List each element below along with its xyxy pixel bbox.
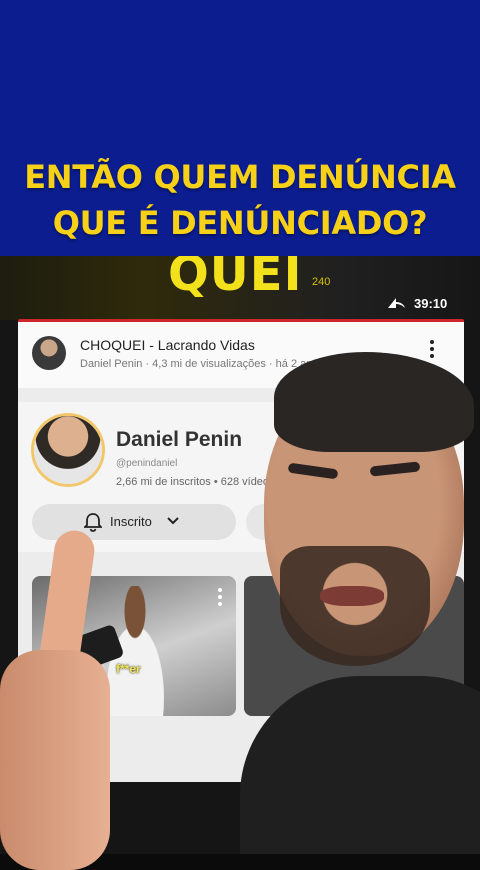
chevron-down-icon [167,517,179,525]
video-duration: 39:10 [414,296,448,311]
presenter-shirt [240,676,480,854]
short-caption: f**er [116,662,141,676]
bell-icon [84,513,102,532]
presenter-mouth [320,586,384,606]
video-caption: ENTÃO QUEM DENÚNCIA QUE É DENÚNCIADO? [0,154,480,246]
share-icon[interactable] [386,294,406,310]
subscribed-label: Inscrito [110,514,152,529]
presenter-hair [274,352,474,452]
pointing-hand [0,527,110,870]
channel-handle: @penindaniel [116,458,178,469]
avatar[interactable] [32,336,66,370]
channel-avatar[interactable] [34,416,102,484]
presenter-beard [280,546,430,666]
thumbnail-strip: QUEI 240 39:10 [0,256,480,320]
caption-line-1: ENTÃO QUEM DENÚNCIA [24,158,456,196]
caption-line-2: QUE É DENÚNCIADO? [52,204,428,242]
thumbnail-number: 240 [312,276,331,288]
fist [0,650,110,870]
thumbnail-text: QUEI [168,256,303,302]
presenter [220,346,480,854]
